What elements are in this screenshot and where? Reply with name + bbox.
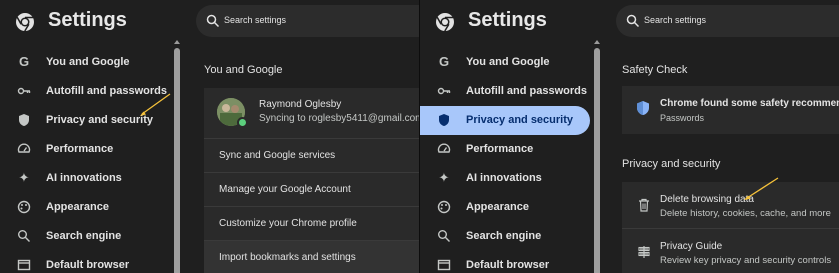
palette-icon: [17, 200, 31, 214]
chrome-logo-icon: [16, 13, 34, 32]
customize-profile-row[interactable]: Customize your Chrome profile: [204, 206, 419, 240]
search-icon: [18, 230, 30, 242]
google-icon: G: [438, 54, 450, 69]
sidebar-item-label: You and Google: [466, 56, 550, 68]
sync-badge-icon: [237, 117, 248, 128]
key-icon: [437, 87, 451, 95]
scroll-thumb[interactable]: [594, 48, 600, 273]
scroll-thumb[interactable]: [174, 48, 180, 273]
sidebar-item-search-engine[interactable]: Search engine: [0, 222, 170, 251]
safety-check-message: Chrome found some safety recommendati: [660, 98, 839, 109]
sidebar-item-privacy[interactable]: Privacy and security: [0, 106, 170, 135]
safety-check-card[interactable]: Chrome found some safety recommendati Pa…: [622, 86, 839, 134]
sparkle-icon: ✦: [438, 170, 450, 185]
sidebar-item-label: Autofill and passwords: [46, 85, 168, 97]
sidebar-item-label: Performance: [466, 143, 534, 155]
sidebar-item-label: Search engine: [46, 230, 122, 242]
import-bookmarks-row[interactable]: Import bookmarks and settings: [204, 240, 419, 273]
manage-account-row[interactable]: Manage your Google Account: [204, 172, 419, 206]
search-icon: [206, 14, 220, 28]
safety-check-title: Safety Check: [622, 64, 688, 76]
sidebar-item-default-browser[interactable]: Default browser: [0, 251, 170, 273]
privacy-card: Delete browsing data Delete history, coo…: [622, 182, 839, 273]
account-row[interactable]: Raymond Oglesby Syncing to roglesby5411@…: [204, 88, 419, 138]
delete-browsing-data-row[interactable]: Delete browsing data Delete history, coo…: [622, 182, 839, 228]
sidebar-scrollbar[interactable]: [593, 40, 601, 273]
browser-icon: [17, 259, 31, 271]
sync-services-row[interactable]: Sync and Google services: [204, 138, 419, 172]
sidebar-item-label: Appearance: [466, 201, 529, 213]
row-title: Privacy Guide: [660, 241, 723, 252]
sidebar-item-label: Autofill and passwords: [466, 85, 588, 97]
sidebar-item-label: Privacy and security: [466, 114, 574, 126]
page-title: Settings: [48, 9, 127, 31]
trash-icon: [639, 198, 649, 212]
sidebar-item-autofill[interactable]: Autofill and passwords: [0, 77, 170, 106]
shield-icon: [19, 114, 29, 126]
speedometer-icon: [437, 143, 451, 153]
sidebar-item-label: Appearance: [46, 201, 109, 213]
sidebar-item-label: Privacy and security: [46, 114, 154, 126]
chrome-logo-icon: [436, 13, 454, 32]
account-email: Syncing to roglesby5411@gmail.com: [259, 113, 419, 124]
you-and-google-card: Raymond Oglesby Syncing to roglesby5411@…: [204, 88, 419, 273]
sidebar-item-autofill[interactable]: Autofill and passwords: [420, 77, 590, 106]
sidebar-item-privacy[interactable]: Privacy and security: [420, 106, 590, 135]
search-icon: [626, 14, 640, 28]
sidebar-item-ai-innovations[interactable]: ✦ AI innovations: [0, 164, 170, 193]
account-name: Raymond Oglesby: [259, 99, 342, 110]
sidebar-nav: G You and Google Autofill and passwords …: [0, 48, 176, 273]
scroll-up-arrow-icon[interactable]: [594, 40, 600, 44]
safety-shield-icon: [637, 101, 649, 115]
header: Settings Search settings: [0, 0, 419, 44]
section-title: You and Google: [204, 64, 283, 76]
sidebar-item-label: Default browser: [466, 259, 550, 271]
sidebar-item-label: AI innovations: [466, 172, 542, 184]
row-label: Manage your Google Account: [219, 184, 351, 195]
sidebar-nav: G You and Google Autofill and passwords …: [420, 48, 596, 273]
row-label: Customize your Chrome profile: [219, 218, 357, 229]
privacy-section-title: Privacy and security: [622, 158, 721, 170]
row-title: Delete browsing data: [660, 194, 754, 205]
browser-icon: [437, 259, 451, 271]
search-input[interactable]: Search settings: [224, 15, 286, 25]
safety-check-sub: Passwords: [660, 113, 705, 123]
search-icon: [438, 230, 450, 242]
palette-icon: [437, 200, 451, 214]
key-icon: [17, 87, 31, 95]
settings-window-right: Settings Search settings G You and Googl…: [420, 0, 839, 273]
sidebar-item-default-browser[interactable]: Default browser: [420, 251, 590, 273]
search-box[interactable]: Search settings: [196, 5, 419, 37]
google-icon: G: [18, 54, 30, 69]
search-box[interactable]: Search settings: [616, 5, 839, 37]
sidebar-item-appearance[interactable]: Appearance: [420, 193, 590, 222]
page-title: Settings: [468, 9, 547, 31]
search-input[interactable]: Search settings: [644, 15, 706, 25]
sidebar-item-performance[interactable]: Performance: [420, 135, 590, 164]
sidebar-item-ai-innovations[interactable]: ✦ AI innovations: [420, 164, 590, 193]
sidebar-item-you-and-google[interactable]: G You and Google: [0, 48, 170, 77]
header: Settings Search settings: [420, 0, 839, 44]
shield-icon: [439, 114, 449, 126]
sidebar-item-appearance[interactable]: Appearance: [0, 193, 170, 222]
sidebar-scrollbar[interactable]: [173, 40, 181, 273]
sidebar-item-search-engine[interactable]: Search engine: [420, 222, 590, 251]
sidebar-item-label: Performance: [46, 143, 114, 155]
speedometer-icon: [17, 143, 31, 153]
scroll-up-arrow-icon[interactable]: [174, 40, 180, 44]
settings-window-left: Settings Search settings G You and Googl…: [0, 0, 419, 273]
row-label: Sync and Google services: [219, 150, 336, 161]
privacy-guide-row[interactable]: Privacy Guide Review key privacy and sec…: [622, 228, 839, 273]
sidebar-item-you-and-google[interactable]: G You and Google: [420, 48, 590, 77]
row-subtitle: Review key privacy and security controls: [660, 255, 832, 266]
privacy-guide-icon: [638, 246, 650, 258]
sparkle-icon: ✦: [18, 170, 30, 185]
row-subtitle: Delete history, cookies, cache, and more: [660, 208, 831, 219]
sidebar-item-label: Search engine: [466, 230, 542, 242]
sidebar-item-label: You and Google: [46, 56, 130, 68]
row-label: Import bookmarks and settings: [219, 252, 356, 263]
sidebar-item-label: Default browser: [46, 259, 130, 271]
sidebar-item-performance[interactable]: Performance: [0, 135, 170, 164]
sidebar-item-label: AI innovations: [46, 172, 122, 184]
